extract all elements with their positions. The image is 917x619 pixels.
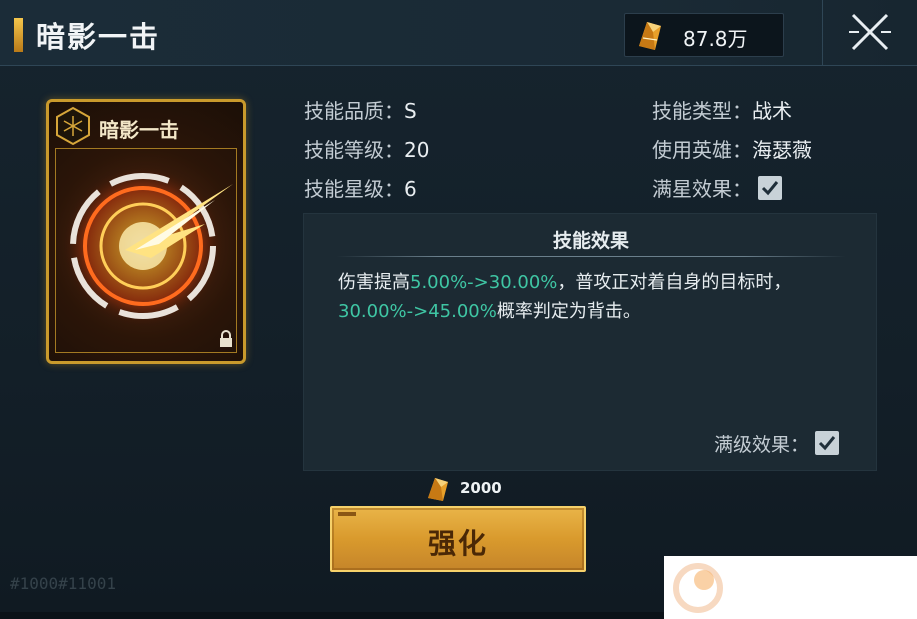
effect-text-post: 概率判定为背击。 bbox=[496, 301, 641, 322]
effect-description: 伤害提高5.00%->30.00%，普攻正对着自身的目标时， 30.00%->4… bbox=[338, 268, 848, 326]
type-value: 战术 bbox=[752, 99, 792, 123]
card-title: 暗影一击 bbox=[99, 118, 179, 142]
star-value: 6 bbox=[404, 177, 417, 201]
type-label: 技能类型： bbox=[652, 99, 752, 123]
footer-id-text: #1000#11001 bbox=[10, 574, 116, 593]
header-bar: 暗影一击 87.8万 bbox=[0, 0, 917, 66]
info-star: 技能星级：6 bbox=[304, 173, 417, 202]
hexagon-emblem-icon bbox=[56, 106, 90, 146]
check-icon bbox=[819, 436, 836, 451]
maxlevel-label: 满级效果： bbox=[714, 434, 810, 456]
star-label: 技能星级： bbox=[304, 177, 404, 201]
maxlevel-row: 满级效果： bbox=[714, 430, 840, 457]
hero-label: 使用英雄： bbox=[652, 138, 752, 162]
fullstar-checkbox[interactable] bbox=[758, 176, 783, 200]
info-type: 技能类型：战术 bbox=[652, 95, 792, 124]
effect-title: 技能效果 bbox=[552, 230, 629, 252]
skill-card: 暗影一击 bbox=[46, 99, 246, 364]
info-level: 技能等级：20 bbox=[304, 134, 429, 163]
enhance-button-label: 强化 bbox=[427, 527, 488, 560]
quality-value: S bbox=[404, 99, 417, 123]
effect-divider bbox=[336, 256, 846, 257]
effect-text-mid: ，普攻正对着自身的目标时， bbox=[557, 272, 792, 293]
lock-icon bbox=[220, 330, 232, 347]
currency-value: 87.8万 bbox=[683, 27, 748, 51]
currency-display: 87.8万 bbox=[624, 13, 784, 57]
button-corner-tag bbox=[338, 512, 356, 516]
level-value: 20 bbox=[404, 138, 430, 162]
close-area bbox=[822, 0, 917, 66]
cost-value: 2000 bbox=[460, 479, 502, 497]
info-fullstar: 满星效果： bbox=[652, 173, 783, 202]
watermark bbox=[664, 556, 917, 619]
level-label: 技能等级： bbox=[304, 138, 404, 162]
skill-detail-panel: 暗影一击 87.8万 暗影一击 技能品质：S 技能等级：20 技能星级：6 技能… bbox=[0, 0, 917, 619]
close-icon[interactable] bbox=[847, 9, 893, 55]
title-accent-bar bbox=[14, 18, 23, 52]
info-quality: 技能品质：S bbox=[304, 95, 417, 124]
crystal-icon bbox=[639, 22, 661, 50]
enhance-button[interactable]: 强化 bbox=[330, 506, 586, 572]
skill-art-image bbox=[63, 166, 233, 326]
check-icon bbox=[762, 181, 779, 196]
maxlevel-checkbox[interactable] bbox=[815, 431, 840, 455]
info-hero: 使用英雄：海瑟薇 bbox=[652, 134, 812, 163]
effect-text-pre: 伤害提高 bbox=[338, 272, 410, 293]
quality-label: 技能品质： bbox=[304, 99, 404, 123]
hero-value: 海瑟薇 bbox=[752, 138, 812, 162]
effect-value-chance: 30.00%->45.00% bbox=[338, 301, 497, 322]
effect-value-damage: 5.00%->30.00% bbox=[410, 272, 558, 293]
page-title: 暗影一击 bbox=[36, 20, 161, 54]
watermark-logo-icon bbox=[673, 563, 723, 613]
fullstar-label: 满星效果： bbox=[652, 177, 752, 201]
crystal-icon bbox=[428, 478, 448, 501]
skill-effect-box: 技能效果 伤害提高5.00%->30.00%，普攻正对着自身的目标时， 30.0… bbox=[303, 213, 877, 471]
